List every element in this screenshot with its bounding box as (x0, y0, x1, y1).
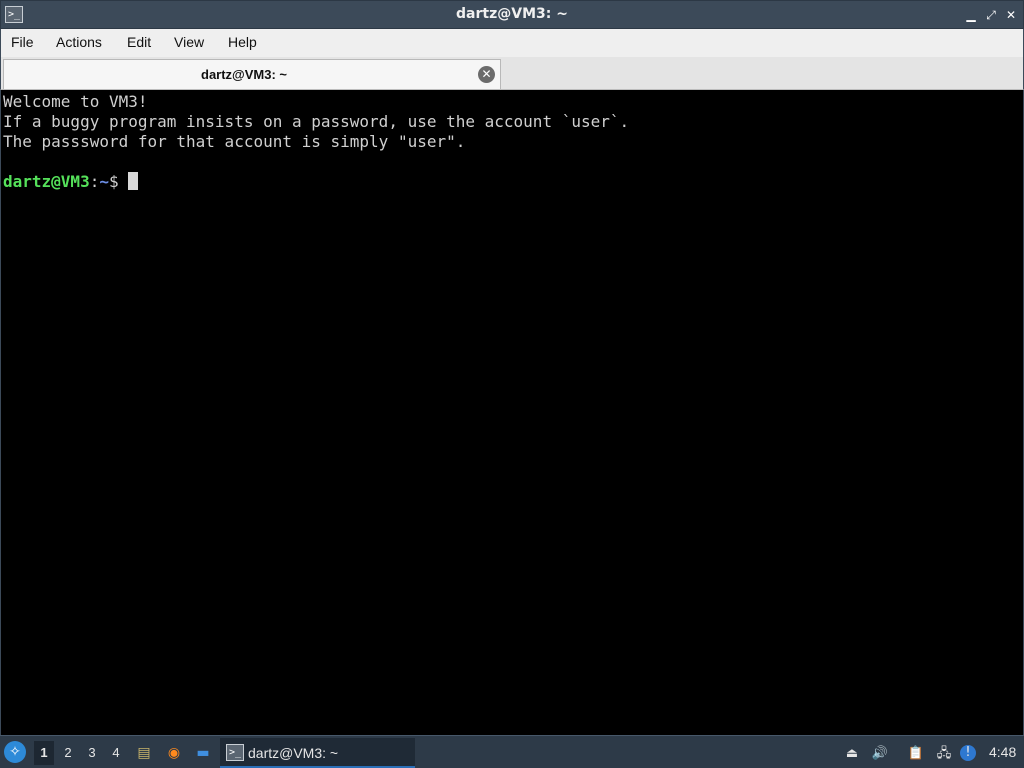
clock[interactable]: 4:48 (989, 744, 1016, 760)
menu-bar: File Actions Edit View Help (0, 29, 1024, 57)
minimize-button[interactable]: ▁ (962, 5, 980, 25)
terminal-line: Welcome to VM3! (3, 92, 148, 111)
maximize-button[interactable]: ⤢ (982, 5, 1000, 25)
window-titlebar[interactable]: >_ dartz@VM3: ~ ▁ ⤢ ✕ (0, 0, 1024, 29)
workspace-2[interactable]: 2 (58, 741, 78, 765)
prompt-symbol: $ (108, 172, 129, 191)
prompt-path: ~ (99, 172, 109, 191)
notification-icon[interactable]: ! (960, 745, 976, 761)
terminal-icon: >_ (226, 744, 244, 761)
file-manager-icon[interactable]: ▤ (134, 743, 154, 763)
workspace-1[interactable]: 1 (34, 741, 54, 765)
taskbar: ✧ 1 2 3 4 ▤ ◉ ▬ >_ dartz@VM3: ~ ⏏ 🔊 📋 🖧 … (0, 735, 1024, 768)
tab-label: dartz@VM3: ~ (201, 67, 287, 82)
terminal-line: The passsword for that account is simply… (3, 132, 466, 151)
volume-icon[interactable]: 🔊 (870, 744, 890, 764)
workspace-3[interactable]: 3 (82, 741, 102, 765)
workspace-4[interactable]: 4 (106, 741, 126, 765)
eject-icon[interactable]: ⏏ (842, 744, 862, 764)
network-icon[interactable]: 🖧 (934, 744, 954, 764)
taskbar-window-terminal[interactable]: >_ dartz@VM3: ~ (220, 738, 415, 768)
menu-actions[interactable]: Actions (56, 34, 102, 50)
window-title: dartz@VM3: ~ (456, 6, 568, 22)
task-label: dartz@VM3: ~ (248, 745, 339, 761)
clipboard-icon[interactable]: 📋 (906, 744, 926, 764)
menu-file[interactable]: File (11, 34, 34, 50)
text-cursor (128, 172, 139, 190)
tab-terminal[interactable]: dartz@VM3: ~ ✕ (3, 59, 501, 89)
close-button[interactable]: ✕ (1002, 5, 1020, 25)
start-menu-icon[interactable]: ✧ (4, 741, 26, 763)
menu-help[interactable]: Help (228, 34, 257, 50)
prompt-separator: : (89, 172, 100, 191)
terminal-line: If a buggy program insists on a password… (3, 112, 630, 131)
menu-edit[interactable]: Edit (127, 34, 151, 50)
terminal-prompt-line[interactable]: dartz@VM3:~$ (3, 172, 1023, 192)
show-desktop-icon[interactable]: ▬ (193, 743, 213, 763)
terminal-output[interactable]: Welcome to VM3! If a buggy program insis… (0, 90, 1024, 735)
menu-view[interactable]: View (174, 34, 204, 50)
prompt-user-host: dartz@VM3 (3, 172, 90, 191)
tab-close-icon[interactable]: ✕ (478, 66, 495, 83)
tab-bar: dartz@VM3: ~ ✕ (0, 57, 1024, 90)
firefox-icon[interactable]: ◉ (164, 743, 184, 763)
